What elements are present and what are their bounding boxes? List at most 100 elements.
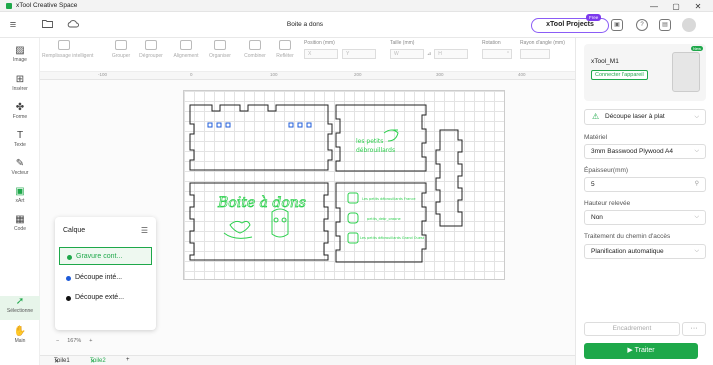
sidebar-item-text[interactable]: T Texte xyxy=(0,130,40,148)
cut-path-panel-1 xyxy=(189,104,333,171)
path-select[interactable]: Planification automatique ⌵ xyxy=(584,244,706,259)
sidebar-item-code[interactable]: ▦ Code xyxy=(0,214,40,232)
lift-label: Hauteur relevée xyxy=(584,200,631,207)
chevron-down-icon: ⌵ xyxy=(694,148,699,154)
material-select[interactable]: 3mm Basswood Plywood A4 ⌵ xyxy=(584,144,706,159)
sidebar-item-shape[interactable]: ✤ Forme xyxy=(0,102,40,120)
free-badge: Free xyxy=(586,14,602,21)
align-button[interactable]: Alignement xyxy=(171,40,201,59)
corner-radius-input[interactable] xyxy=(520,49,550,59)
chevron-down-icon: ⌵ xyxy=(694,248,699,254)
zoom-control: − 167% + xyxy=(56,338,93,348)
device-card: xTool_M1 Connecter l'appareil New xyxy=(584,44,706,101)
align-icon xyxy=(180,40,192,50)
maximize-button[interactable]: ▢ xyxy=(665,2,687,11)
layer-panel: Calque ☰ Gravure cont... Découpe inté...… xyxy=(55,217,156,330)
right-panel: xTool_M1 Connecter l'appareil New ⚠ Déco… xyxy=(575,38,713,365)
insert-icon: ⊞ xyxy=(15,74,25,85)
rotation-input[interactable]: ° xyxy=(482,49,512,59)
sidebar-item-hand[interactable]: ✋ Main xyxy=(0,326,40,344)
save-icon[interactable]: ▤ xyxy=(659,19,671,31)
close-icon[interactable]: ✕ xyxy=(54,358,59,365)
zoom-out-button[interactable]: − xyxy=(56,338,59,348)
document-title: Boite a dons xyxy=(286,21,324,28)
social-linkedin-text[interactable]: Les petits débrouillards Grand Ouest xyxy=(360,236,425,240)
owl-character-icon xyxy=(271,208,289,238)
zoom-level[interactable]: 167% xyxy=(67,338,81,348)
group-icon xyxy=(115,40,127,50)
help-icon[interactable]: ? xyxy=(636,19,648,31)
layer-item-engrave[interactable]: Gravure cont... xyxy=(59,247,152,265)
processing-mode-select[interactable]: ⚠ Découpe laser à plat ⌵ xyxy=(584,109,706,125)
ungroup-button[interactable]: Dégrouper xyxy=(137,40,165,59)
layer-item-outer-cut[interactable]: Découpe exté... xyxy=(59,289,152,307)
layer-color-dot xyxy=(67,255,72,260)
rotation-field: Rotation ° xyxy=(482,40,512,59)
position-field: Position (mm) X Y xyxy=(304,40,376,59)
frame-button[interactable]: Encadrement xyxy=(584,322,680,336)
connect-device-button[interactable]: Connecter l'appareil xyxy=(591,70,648,80)
sidebar-item-xart[interactable]: ▣ xArt xyxy=(0,186,40,204)
x-input[interactable]: X xyxy=(304,49,338,59)
play-icon: ▶ xyxy=(627,347,633,354)
layer-item-inner-cut[interactable]: Découpe inté... xyxy=(59,269,152,287)
sidebar-item-vector[interactable]: ✎ Vecteur xyxy=(0,158,40,176)
social-facebook-text[interactable]: Les petits débrouillards France xyxy=(362,197,416,201)
text-icon: T xyxy=(16,130,24,141)
layer-settings-icon[interactable]: ☰ xyxy=(141,226,148,235)
app-title: xTool Creative Space xyxy=(16,2,78,9)
toolbar: Remplissage intelligent Grouper Dégroupe… xyxy=(40,38,575,72)
logo-text-2[interactable]: débrouillards xyxy=(356,147,395,154)
sidebar-item-image[interactable]: ▨ Image xyxy=(0,45,40,63)
thickness-label: Épaisseur(mm) xyxy=(584,167,629,174)
mirror-icon xyxy=(279,40,291,50)
sidebar-item-select[interactable]: ➚ Sélectionne xyxy=(0,296,40,320)
close-icon[interactable]: ✕ xyxy=(90,358,95,365)
ungroup-icon xyxy=(145,40,157,50)
zoom-in-button[interactable]: + xyxy=(89,338,92,348)
image-icon: ▨ xyxy=(15,45,25,56)
arrange-icon xyxy=(214,40,226,50)
combine-button[interactable]: Combiner xyxy=(240,40,270,59)
process-button[interactable]: ▶ Traiter xyxy=(584,343,698,359)
canvas-tabs: Toile1 ✕ Toile2 ✕ + xyxy=(40,355,575,365)
hand-icon: ✋ xyxy=(13,326,27,337)
linkedin-icon xyxy=(347,232,359,244)
arrange-button[interactable]: Organiser xyxy=(206,40,234,59)
y-input[interactable]: Y xyxy=(342,49,376,59)
group-button[interactable]: Grouper xyxy=(110,40,132,59)
engraving-title[interactable]: Boite à dons xyxy=(217,195,307,212)
title-bar: xTool Creative Space — ▢ ✕ xyxy=(0,0,713,12)
fill-icon xyxy=(58,40,70,50)
lift-select[interactable]: Non ⌵ xyxy=(584,210,706,225)
lock-ratio-icon[interactable]: ⊿ xyxy=(427,51,431,57)
avatar[interactable] xyxy=(682,18,696,32)
layer-panel-title: Calque xyxy=(63,227,86,234)
header-bar: ≡ Boite a dons xTool Projects Free ▣ ? ▤ xyxy=(0,12,713,38)
width-input[interactable]: W xyxy=(390,49,424,59)
sidebar-item-insert[interactable]: ⊞ Insérer xyxy=(0,74,40,92)
path-label: Traitement du chemin d'accès xyxy=(584,233,671,240)
select-icon: ➚ xyxy=(15,296,25,307)
device-icon[interactable]: ▣ xyxy=(611,19,623,31)
mirror-button[interactable]: Refléter xyxy=(274,40,296,59)
layer-color-dot xyxy=(66,276,71,281)
minimize-button[interactable]: — xyxy=(643,2,665,11)
social-instagram-text[interactable]: petits_debr_oraone xyxy=(367,217,401,221)
material-label: Matériel xyxy=(584,134,608,141)
inner-cut-slots xyxy=(207,122,312,128)
facebook-icon xyxy=(347,192,359,204)
logo-text-1[interactable]: les petits xyxy=(356,138,383,145)
add-tab-button[interactable]: + xyxy=(126,357,130,363)
link-icon[interactable]: ⚲ xyxy=(695,178,699,191)
more-options-button[interactable]: ··· xyxy=(682,322,706,336)
hands-heart-icon xyxy=(223,220,253,239)
left-toolbar: ▨ Image ⊞ Insérer ✤ Forme T Texte ✎ Vecteur ▣… xyxy=(0,38,40,365)
new-badge: New xyxy=(690,46,703,51)
close-button[interactable]: ✕ xyxy=(687,2,709,11)
smart-fill-button[interactable]: Remplissage intelligent xyxy=(42,40,93,59)
shape-icon: ✤ xyxy=(15,102,25,113)
thickness-input[interactable]: 5 ⚲ xyxy=(584,177,706,192)
chevron-down-icon: ⌵ xyxy=(694,114,699,120)
height-input[interactable]: H xyxy=(434,49,469,59)
